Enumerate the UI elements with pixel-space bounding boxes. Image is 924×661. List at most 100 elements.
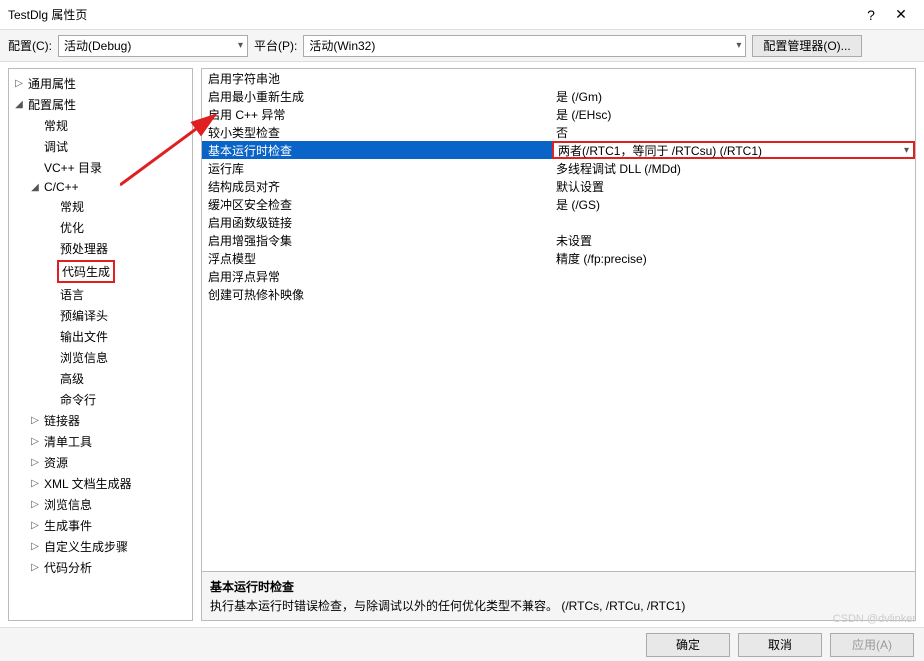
property-row[interactable]: 结构成员对齐默认设置 — [202, 177, 915, 195]
apply-button[interactable]: 应用(A) — [830, 633, 914, 657]
tree-item[interactable]: 优化 — [9, 217, 192, 238]
config-manager-button[interactable]: 配置管理器(O)... — [752, 35, 861, 57]
tree-twisty-icon[interactable]: ▷ — [29, 541, 41, 552]
tree-item[interactable]: 命令行 — [9, 389, 192, 410]
property-row[interactable]: 较小类型检查否 — [202, 123, 915, 141]
tree-twisty-icon[interactable]: ▷ — [29, 478, 41, 489]
window-title: TestDlg 属性页 — [8, 6, 856, 23]
tree-item-label: 高级 — [57, 369, 87, 388]
help-button[interactable]: ? — [856, 7, 886, 23]
property-value[interactable]: 是 (/GS) — [552, 196, 915, 213]
config-value: 活动(Debug) — [64, 37, 131, 54]
tree-item[interactable]: ◢配置属性 — [9, 94, 192, 115]
tree-item[interactable]: ▷自定义生成步骤 — [9, 536, 192, 557]
property-grid[interactable]: 启用字符串池启用最小重新生成是 (/Gm)启用 C++ 异常是 (/EHsc)较… — [201, 68, 916, 572]
tree-item[interactable]: ▷浏览信息 — [9, 494, 192, 515]
property-row[interactable]: 运行库多线程调试 DLL (/MDd) — [202, 159, 915, 177]
tree-twisty-icon[interactable]: ▷ — [29, 415, 41, 426]
tree-item[interactable]: 常规 — [9, 196, 192, 217]
property-name: 基本运行时检查 — [202, 142, 552, 159]
tree-twisty-icon[interactable]: ▷ — [29, 562, 41, 573]
property-name: 启用 C++ 异常 — [202, 106, 552, 123]
tree-item[interactable]: VC++ 目录 — [9, 157, 192, 178]
close-button[interactable]: ✕ — [886, 6, 916, 23]
tree-item[interactable]: 高级 — [9, 368, 192, 389]
property-row[interactable]: 启用字符串池 — [202, 69, 915, 87]
property-value[interactable]: 精度 (/fp:precise) — [552, 250, 915, 267]
tree-item-label: 调试 — [41, 137, 71, 156]
property-value[interactable]: 两者(/RTC1，等同于 /RTCsu) (/RTC1)▾ — [552, 141, 915, 159]
tree-item[interactable]: 调试 — [9, 136, 192, 157]
ok-button[interactable]: 确定 — [646, 633, 730, 657]
property-row[interactable]: 启用增强指令集未设置 — [202, 231, 915, 249]
tree-twisty-icon[interactable]: ▷ — [29, 520, 41, 531]
chevron-down-icon: ▾ — [736, 40, 741, 51]
tree-item-label: 输出文件 — [57, 327, 111, 346]
tree-item-label: 预编译头 — [57, 306, 111, 325]
platform-combo[interactable]: 活动(Win32) ▾ — [303, 35, 746, 57]
property-value[interactable]: 是 (/EHsc) — [552, 106, 915, 123]
property-name: 启用最小重新生成 — [202, 88, 552, 105]
platform-label: 平台(P): — [254, 37, 297, 54]
tree-twisty-icon[interactable]: ◢ — [29, 182, 41, 193]
property-value[interactable]: 多线程调试 DLL (/MDd) — [552, 160, 915, 177]
chevron-down-icon[interactable]: ▾ — [904, 145, 909, 156]
description-text: 执行基本运行时错误检查，与除调试以外的任何优化类型不兼容。 (/RTCs, /R… — [210, 597, 907, 614]
tree-item[interactable]: ▷链接器 — [9, 410, 192, 431]
property-row[interactable]: 基本运行时检查两者(/RTC1，等同于 /RTCsu) (/RTC1)▾ — [202, 141, 915, 159]
platform-value: 活动(Win32) — [309, 37, 375, 54]
property-value[interactable]: 默认设置 — [552, 178, 915, 195]
tree-item[interactable]: 预编译头 — [9, 305, 192, 326]
tree-item-label: XML 文档生成器 — [41, 474, 135, 493]
tree-item[interactable]: ◢C/C++ — [9, 178, 192, 196]
property-row[interactable]: 启用 C++ 异常是 (/EHsc) — [202, 105, 915, 123]
property-row[interactable]: 创建可热修补映像 — [202, 285, 915, 303]
tree-item-label: 配置属性 — [25, 95, 79, 114]
property-row[interactable]: 启用浮点异常 — [202, 267, 915, 285]
tree-item-label: 链接器 — [41, 411, 83, 430]
property-name: 启用浮点异常 — [202, 268, 552, 285]
property-name: 启用函数级链接 — [202, 214, 552, 231]
description-title: 基本运行时检查 — [210, 578, 907, 595]
property-row[interactable]: 缓冲区安全检查是 (/GS) — [202, 195, 915, 213]
tree-item[interactable]: ▷生成事件 — [9, 515, 192, 536]
tree-item[interactable]: 浏览信息 — [9, 347, 192, 368]
property-value[interactable]: 否 — [552, 124, 915, 141]
tree-item[interactable]: ▷资源 — [9, 452, 192, 473]
tree-twisty-icon[interactable]: ▷ — [13, 78, 25, 89]
tree-item-label: VC++ 目录 — [41, 158, 105, 177]
property-value[interactable]: 是 (/Gm) — [552, 88, 915, 105]
cancel-button[interactable]: 取消 — [738, 633, 822, 657]
tree-item-label: 资源 — [41, 453, 71, 472]
tree-item-label: 命令行 — [57, 390, 99, 409]
tree-twisty-icon[interactable]: ▷ — [29, 457, 41, 468]
tree-twisty-icon[interactable]: ▷ — [29, 436, 41, 447]
description-panel: 基本运行时检查 执行基本运行时错误检查，与除调试以外的任何优化类型不兼容。 (/… — [201, 572, 916, 621]
tree-item-label: 浏览信息 — [57, 348, 111, 367]
tree-item[interactable]: 常规 — [9, 115, 192, 136]
tree-item[interactable]: 输出文件 — [9, 326, 192, 347]
property-value[interactable]: 未设置 — [552, 232, 915, 249]
tree-item-label: 清单工具 — [41, 432, 95, 451]
tree-twisty-icon[interactable]: ◢ — [13, 99, 25, 110]
tree-item-label: 预处理器 — [57, 239, 111, 258]
tree-item-label: 生成事件 — [41, 516, 95, 535]
property-row[interactable]: 启用最小重新生成是 (/Gm) — [202, 87, 915, 105]
tree-item[interactable]: ▷通用属性 — [9, 73, 192, 94]
nav-tree[interactable]: ▷通用属性◢配置属性常规调试VC++ 目录◢C/C++常规优化预处理器代码生成语… — [8, 68, 193, 621]
property-row[interactable]: 浮点模型精度 (/fp:precise) — [202, 249, 915, 267]
tree-twisty-icon[interactable]: ▷ — [29, 499, 41, 510]
tree-item[interactable]: 代码生成 — [9, 259, 192, 284]
watermark: CSDN @dvlinker — [833, 613, 916, 625]
tree-item[interactable]: 预处理器 — [9, 238, 192, 259]
property-name: 创建可热修补映像 — [202, 286, 552, 303]
config-combo[interactable]: 活动(Debug) ▾ — [58, 35, 248, 57]
tree-item-label: 优化 — [57, 218, 87, 237]
tree-item[interactable]: ▷代码分析 — [9, 557, 192, 578]
tree-item[interactable]: 语言 — [9, 284, 192, 305]
tree-item[interactable]: ▷清单工具 — [9, 431, 192, 452]
tree-item[interactable]: ▷XML 文档生成器 — [9, 473, 192, 494]
property-row[interactable]: 启用函数级链接 — [202, 213, 915, 231]
property-name: 启用增强指令集 — [202, 232, 552, 249]
tree-item-label: 常规 — [57, 197, 87, 216]
